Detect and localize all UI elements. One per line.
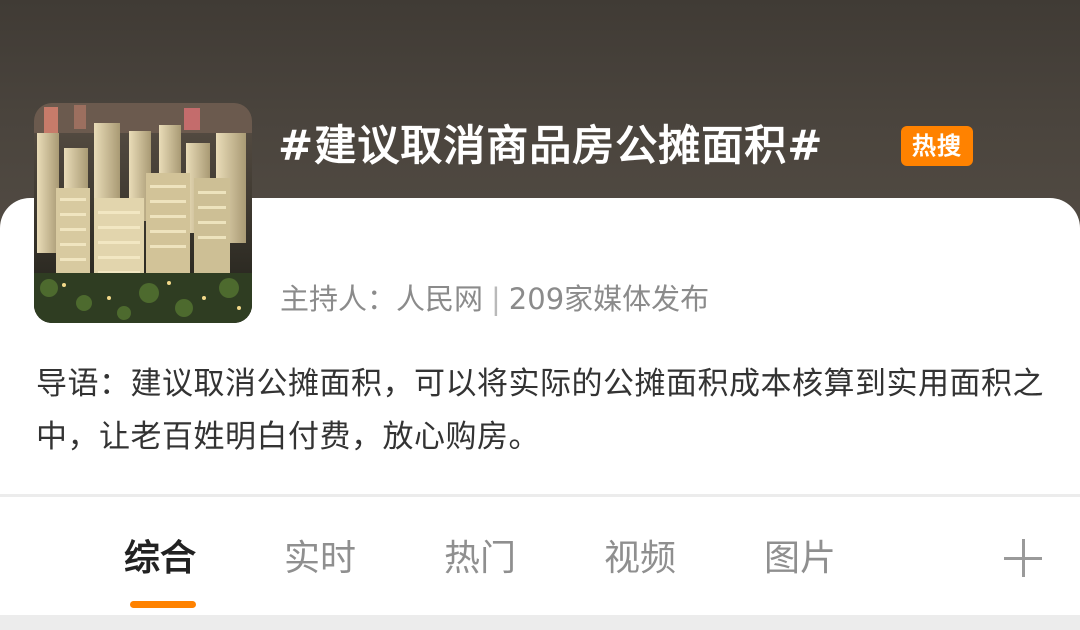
active-tab-indicator xyxy=(130,601,196,608)
tab-bar: 综合 实时 热门 视频 图片 xyxy=(0,497,1080,615)
host-label[interactable]: 主持人：人民网 xyxy=(280,282,483,316)
tab-realtime[interactable]: 实时 xyxy=(284,535,356,583)
plus-icon[interactable] xyxy=(1004,539,1042,577)
topic-intro: 导语：建议取消公摊面积，可以将实际的公摊面积成本核算到实用面积之中，让老百姓明白… xyxy=(36,366,1044,455)
tab-comprehensive[interactable]: 综合 xyxy=(124,535,196,583)
tab-popular[interactable]: 热门 xyxy=(444,535,516,583)
topic-title: #建议取消商品房公摊面积# xyxy=(278,121,824,170)
host-separator: | xyxy=(491,282,501,316)
media-count[interactable]: 209家媒体发布 xyxy=(509,282,709,316)
building-model-image xyxy=(34,103,252,323)
topic-thumbnail[interactable] xyxy=(34,103,252,323)
hot-search-badge: 热搜 xyxy=(901,126,973,166)
host-info: 主持人：人民网 | 209家媒体发布 xyxy=(280,278,709,320)
tab-video[interactable]: 视频 xyxy=(604,535,676,583)
topic-page: #建议取消商品房公摊面积# 热搜 主持人：人民网 | 209家媒体发布 导语：建议取… xyxy=(0,0,1080,630)
tab-images[interactable]: 图片 xyxy=(764,535,836,583)
